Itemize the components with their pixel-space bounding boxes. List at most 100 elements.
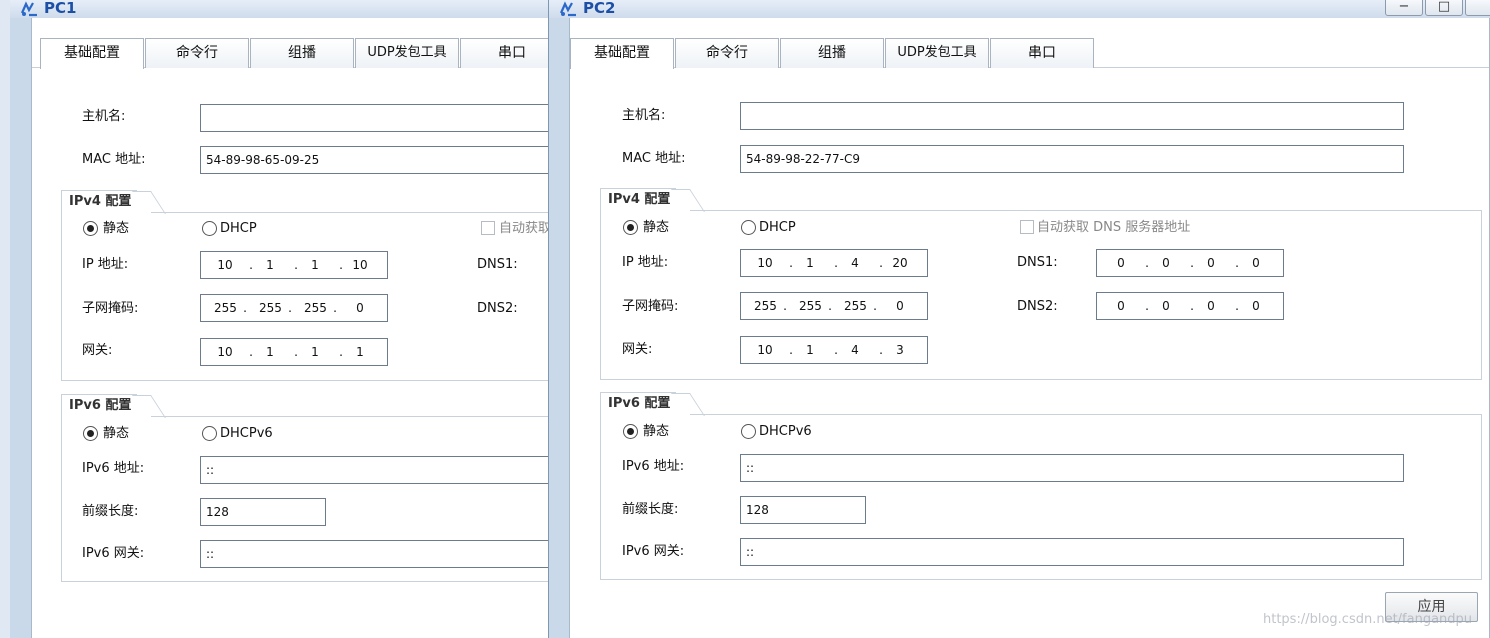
mask-octet-2: 255 xyxy=(799,299,822,313)
ip-octet-2: 1 xyxy=(806,256,814,270)
dns1-input[interactable]: 0. 0. 0. 0 xyxy=(1096,249,1284,277)
ipv4-static-radio[interactable] xyxy=(83,221,98,236)
minimize-button[interactable]: − xyxy=(1385,0,1423,16)
tab-command-line[interactable]: 命令行 xyxy=(675,38,779,68)
subnet-mask-input[interactable]: 255. 255. 255. 0 xyxy=(740,292,928,320)
mac-input[interactable]: 54-89-98-65-09-25 xyxy=(200,146,555,174)
ip-octet-3: 1 xyxy=(311,258,319,272)
maximize-icon: □ xyxy=(1437,0,1451,14)
ipv6-dhcp-label: DHCPv6 xyxy=(220,426,273,441)
ipv6-static-radio[interactable] xyxy=(623,424,638,439)
dns2-octet-2: 0 xyxy=(1162,299,1170,313)
hostname-input[interactable] xyxy=(740,102,1404,130)
maximize-button[interactable]: □ xyxy=(1425,0,1463,16)
ipv6-static-radio[interactable] xyxy=(83,426,98,441)
dns1-octet-3: 0 xyxy=(1207,256,1215,270)
ipv6-address-label: IPv6 地址: xyxy=(622,459,685,474)
tab-multicast[interactable]: 组播 xyxy=(780,38,884,68)
tab-udp-tool[interactable]: UDP发包工具 xyxy=(355,38,459,68)
pc2-titlebar[interactable]: PC2 − □ xyxy=(549,0,1490,18)
ipv4-group-title: IPv4 配置 xyxy=(608,192,671,207)
pc1-tab-bar: 基础配置 命令行 组播 UDP发包工具 串口 xyxy=(32,18,555,69)
pc2-config-panel: 基础配置 命令行 组播 UDP发包工具 串口 主机名: MAC 地址: 54-8… xyxy=(569,18,1490,638)
ip-octet-4: 10 xyxy=(352,258,368,272)
gateway-input[interactable]: 10. 1. 4. 3 xyxy=(740,336,928,364)
pc1-window: PC1 基础配置 命令行 组播 UDP发包工具 串口 主机名: MAC 地址: … xyxy=(10,0,555,638)
dns2-octet-4: 0 xyxy=(1252,299,1260,313)
gateway-octet-4: 3 xyxy=(896,343,904,357)
mask-octet-1: 255 xyxy=(214,301,237,315)
tab-serial[interactable]: 串口 xyxy=(990,38,1094,68)
prefix-length-input[interactable]: 128 xyxy=(200,498,326,526)
ip-address-input[interactable]: 10. 1. 4. 20 xyxy=(740,249,928,277)
dns2-label: DNS2: xyxy=(1017,299,1058,314)
ipv6-address-input[interactable]: :: xyxy=(740,454,1404,482)
ipv6-dhcp-radio[interactable] xyxy=(741,424,756,439)
tab-command-line[interactable]: 命令行 xyxy=(145,38,249,68)
minimize-icon: − xyxy=(1398,0,1410,14)
tab-multicast[interactable]: 组播 xyxy=(250,38,354,68)
prefix-length-label: 前缀长度: xyxy=(82,504,139,519)
ip-octet-1: 10 xyxy=(757,256,773,270)
auto-dns-checkbox[interactable] xyxy=(1020,220,1034,234)
pc2-tab-bar: 基础配置 命令行 组播 UDP发包工具 串口 xyxy=(570,18,1489,69)
mask-octet-1: 255 xyxy=(754,299,777,313)
gateway-octet-2: 1 xyxy=(806,343,814,357)
dns1-label: DNS1: xyxy=(477,257,518,272)
subnet-mask-input[interactable]: 255. 255. 255. 0 xyxy=(200,294,388,322)
pc1-config-panel: 基础配置 命令行 组播 UDP发包工具 串口 主机名: MAC 地址: 54-8… xyxy=(31,18,555,638)
ip-octet-4: 20 xyxy=(892,256,908,270)
ipv6-gateway-input[interactable]: :: xyxy=(740,538,1404,566)
ipv4-static-radio[interactable] xyxy=(623,220,638,235)
tab-basic-config[interactable]: 基础配置 xyxy=(570,38,674,69)
gateway-octet-3: 4 xyxy=(851,343,859,357)
dns2-input[interactable]: 0. 0. 0. 0 xyxy=(1096,292,1284,320)
dns2-octet-3: 0 xyxy=(1207,299,1215,313)
gateway-octet-2: 1 xyxy=(266,345,274,359)
mask-octet-4: 0 xyxy=(896,299,904,313)
ip-address-input[interactable]: 10. 1. 1. 10 xyxy=(200,251,388,279)
close-button[interactable] xyxy=(1465,0,1490,16)
gateway-input[interactable]: 10. 1. 1. 1 xyxy=(200,338,388,366)
network-pc-icon xyxy=(559,1,576,17)
ip-address-label: IP 地址: xyxy=(622,255,669,270)
pc2-window: PC2 − □ 基础配置 命令行 组播 UDP发包工具 串口 主机名: MAC … xyxy=(548,0,1490,638)
mac-label: MAC 地址: xyxy=(82,152,146,167)
pc1-titlebar[interactable]: PC1 xyxy=(10,0,555,18)
ip-octet-3: 4 xyxy=(851,256,859,270)
mask-octet-2: 255 xyxy=(259,301,282,315)
ipv6-gateway-input[interactable]: :: xyxy=(200,540,555,568)
hostname-input[interactable] xyxy=(200,104,555,132)
tab-udp-tool[interactable]: UDP发包工具 xyxy=(885,38,989,68)
gateway-label: 网关: xyxy=(622,342,653,357)
auto-dns-checkbox[interactable] xyxy=(481,221,495,235)
tab-basic-config[interactable]: 基础配置 xyxy=(40,38,144,69)
network-pc-icon xyxy=(20,1,37,17)
ipv6-address-input[interactable]: :: xyxy=(200,456,555,484)
auto-dns-label: 自动获取 DNS 服务器地址 xyxy=(1037,220,1191,235)
mask-octet-3: 255 xyxy=(304,301,327,315)
ipv4-dhcp-label: DHCP xyxy=(759,220,796,235)
dns2-octet-1: 0 xyxy=(1117,299,1125,313)
window-title: PC2 xyxy=(583,0,616,17)
gateway-octet-1: 10 xyxy=(757,343,773,357)
hostname-label: 主机名: xyxy=(622,108,666,123)
subnet-mask-label: 子网掩码: xyxy=(622,299,679,314)
subnet-mask-label: 子网掩码: xyxy=(82,301,139,316)
mac-input[interactable]: 54-89-98-22-77-C9 xyxy=(740,145,1404,173)
ipv4-dhcp-radio[interactable] xyxy=(741,220,756,235)
watermark-text: https://blog.csdn.net/fangandpu xyxy=(1263,612,1473,627)
window-title: PC1 xyxy=(44,0,77,17)
prefix-length-label: 前缀长度: xyxy=(622,502,679,517)
hostname-label: 主机名: xyxy=(82,109,126,124)
prefix-length-input[interactable]: 128 xyxy=(740,496,866,524)
ipv6-static-label: 静态 xyxy=(643,424,670,439)
tab-serial[interactable]: 串口 xyxy=(460,38,555,68)
ipv6-dhcp-radio[interactable] xyxy=(202,426,217,441)
mask-octet-4: 0 xyxy=(356,301,364,315)
ipv6-static-label: 静态 xyxy=(103,426,130,441)
ipv4-group-title: IPv4 配置 xyxy=(69,194,132,209)
dns1-octet-1: 0 xyxy=(1117,256,1125,270)
gateway-octet-1: 10 xyxy=(217,345,233,359)
ipv4-dhcp-radio[interactable] xyxy=(202,221,217,236)
